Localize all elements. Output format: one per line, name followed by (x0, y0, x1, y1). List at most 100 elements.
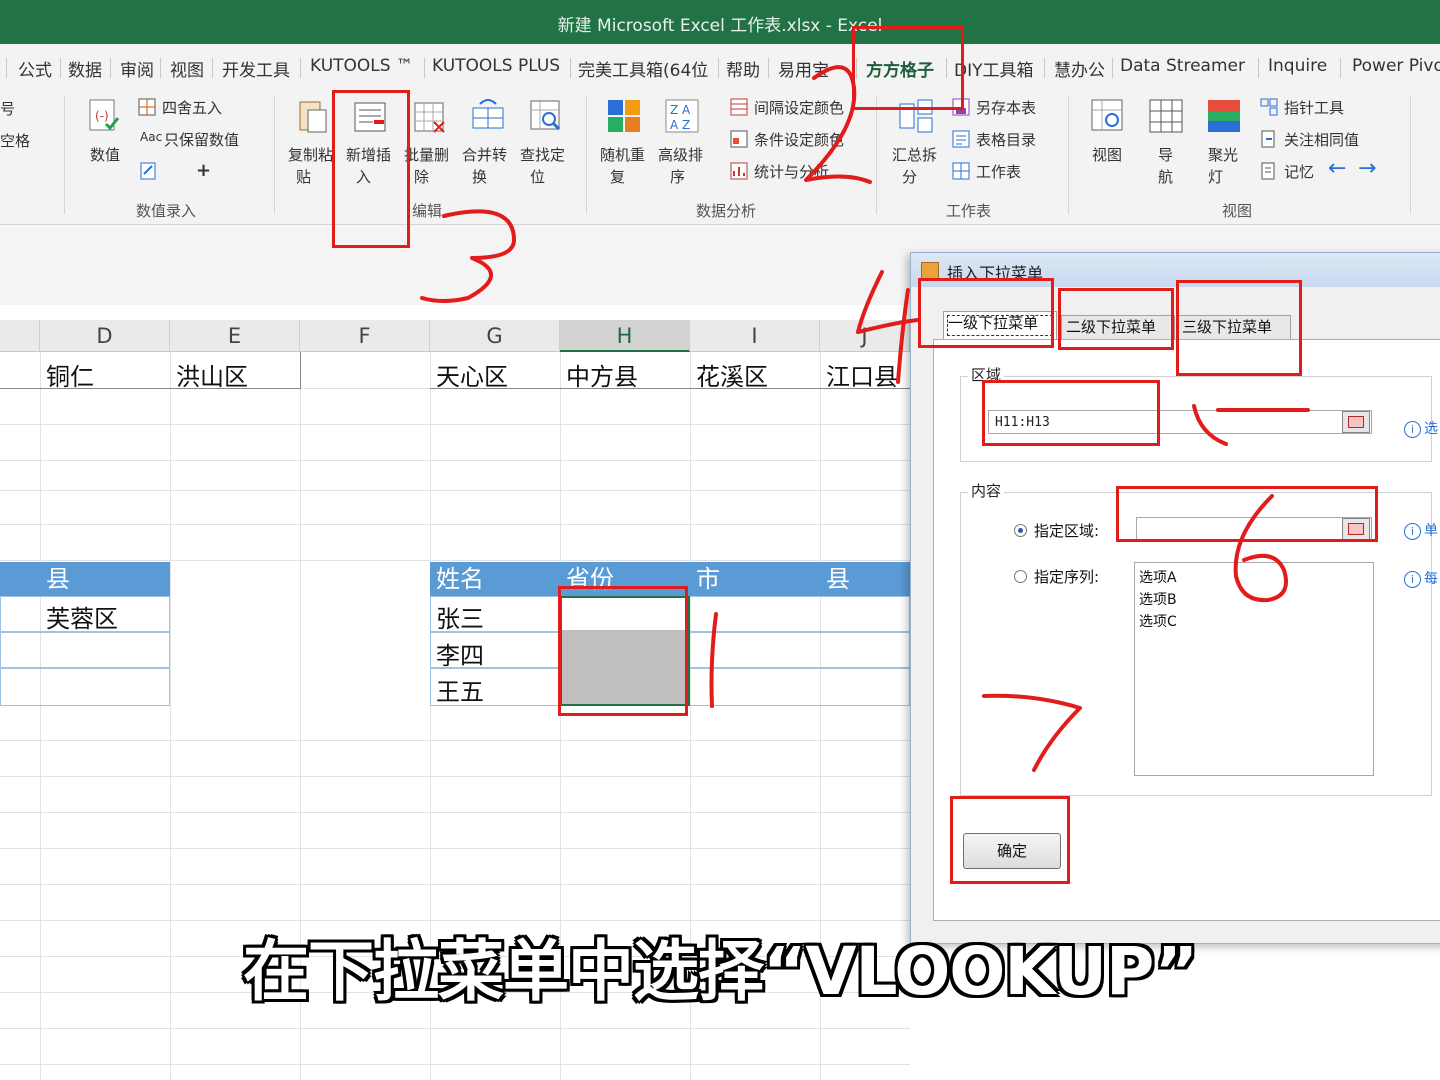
find-locate-button-line2[interactable]: 位 (530, 166, 545, 187)
column-header-g[interactable]: G (430, 320, 560, 352)
focus-same-value-button[interactable]: 关注相同值 (1284, 129, 1359, 150)
spotlight-button[interactable]: 聚光 (1208, 144, 1238, 165)
keep-values-button[interactable]: 只保留数值 (164, 129, 239, 150)
sort-icon[interactable]: Z AA Z (664, 98, 700, 134)
batch-delete-button[interactable]: 批量删 (404, 144, 449, 165)
left-table-header-county[interactable]: 县 (0, 562, 170, 596)
tab-diy-toolbox[interactable]: DIY工具箱 (954, 56, 1034, 81)
merge-button[interactable]: 合并转 (462, 144, 507, 165)
round-button[interactable]: 四舍五入 (162, 97, 222, 118)
right-table-header-city[interactable]: 市 (690, 562, 820, 596)
copy-paste-button-line2[interactable]: 贴 (296, 166, 311, 187)
navigation-icon[interactable] (1148, 98, 1184, 134)
cell-d1[interactable]: 铜仁 (46, 357, 94, 392)
batch-delete-icon[interactable] (412, 100, 448, 136)
ribbon-partial-label[interactable]: 空格 (0, 130, 30, 151)
spotlight-icon[interactable] (1206, 98, 1242, 134)
tab-view[interactable]: 视图 (170, 56, 204, 81)
conditional-color-button[interactable]: 条件设定颜色 (754, 129, 844, 150)
arrow-left-icon[interactable]: ← (1328, 156, 1346, 181)
pointer-tool-button[interactable]: 指针工具 (1284, 97, 1344, 118)
table-catalog-button[interactable]: 表格目录 (976, 129, 1036, 150)
advanced-sort-button[interactable]: 高级排 (658, 144, 703, 165)
random-repeat-button-line2[interactable]: 复 (610, 166, 625, 187)
advanced-sort-button-line2[interactable]: 序 (670, 166, 685, 187)
column-header-j[interactable]: J (820, 320, 910, 352)
right-table-name-zhangsan[interactable]: 张三 (436, 599, 484, 634)
random-repeat-icon[interactable] (606, 98, 642, 134)
column-header-h[interactable]: H (560, 320, 690, 352)
number-button[interactable]: 数值 (90, 144, 120, 165)
random-repeat-button[interactable]: 随机重 (600, 144, 645, 165)
group-label-number: 数值录入 (136, 202, 197, 220)
right-table-header-name[interactable]: 姓名 (430, 562, 560, 596)
cell-e1[interactable]: 洪山区 (176, 357, 248, 392)
merge-button-line2[interactable]: 换 (472, 166, 487, 187)
sequence-textarea[interactable]: 选项A 选项B 选项C (1134, 562, 1374, 776)
radio-specify-sequence[interactable] (1014, 570, 1027, 583)
radio-specify-range[interactable] (1014, 524, 1027, 537)
save-sheet-as-button[interactable]: 另存本表 (976, 97, 1036, 118)
column-header-i[interactable]: I (690, 320, 820, 352)
column-header-f[interactable]: F (300, 320, 430, 352)
ribbon-partial-label[interactable]: 号 (0, 98, 15, 119)
left-table-cell-furong[interactable]: 芙蓉区 (46, 599, 118, 634)
info-hint-sequence[interactable]: i每 (1404, 568, 1438, 588)
plus-icon[interactable]: + (196, 160, 211, 181)
tab-perfect-toolbox[interactable]: 完美工具箱(64位 (578, 56, 716, 81)
merge-icon[interactable] (470, 96, 506, 132)
column-header-d[interactable]: D (40, 320, 170, 352)
interval-color-button[interactable]: 间隔设定颜色 (754, 97, 844, 118)
tab-review[interactable]: 审阅 (120, 56, 154, 81)
spotlight-button-line2[interactable]: 灯 (1208, 166, 1223, 187)
navigation-button[interactable]: 导 (1158, 144, 1173, 165)
annotation-box-level2 (1058, 288, 1174, 350)
view-icon[interactable] (1090, 98, 1126, 134)
paste-icon[interactable] (294, 98, 330, 134)
cell-h1[interactable]: 中方县 (566, 357, 638, 392)
tab-separator (718, 58, 719, 78)
tab-easy[interactable]: 易用宝 (778, 56, 829, 81)
right-table-name-wangwu[interactable]: 王五 (436, 672, 484, 707)
tab-separator (110, 58, 111, 78)
tab-developer[interactable]: 开发工具 (222, 56, 290, 81)
tab-help[interactable]: 帮助 (726, 56, 760, 81)
annotation-box-level1 (918, 278, 1054, 348)
tab-inquire[interactable]: Inquire (1268, 56, 1327, 76)
right-table-header-county[interactable]: 县 (820, 562, 910, 596)
tab-kutools[interactable]: KUTOOLS ™ (310, 56, 413, 76)
find-icon[interactable] (528, 98, 564, 134)
tab-formulas[interactable]: 公式 (18, 56, 52, 81)
find-locate-button[interactable]: 查找定 (520, 144, 565, 165)
navigation-button-line2[interactable]: 航 (1158, 166, 1173, 187)
tab-power-pivot[interactable]: Power Pivo (1352, 56, 1440, 76)
view-button[interactable]: 视图 (1092, 144, 1122, 165)
edit-icon[interactable] (140, 162, 158, 180)
specify-range-label[interactable]: 指定区域: (1034, 520, 1099, 541)
info-hint-range[interactable]: i单 (1404, 520, 1438, 540)
tab-data-streamer[interactable]: Data Streamer (1120, 56, 1245, 76)
summary-split-button-line2[interactable]: 分 (902, 166, 917, 187)
specify-sequence-label[interactable]: 指定序列: (1034, 566, 1099, 587)
info-hint-area[interactable]: i选 (1404, 418, 1438, 438)
number-convert-icon[interactable]: (-) (86, 98, 122, 134)
memo-button[interactable]: 记忆 (1284, 161, 1314, 182)
grid-line (0, 460, 910, 461)
copy-paste-button[interactable]: 复制粘 (288, 144, 333, 165)
stats-analysis-button[interactable]: 统计与分析 (754, 161, 829, 182)
cell-g1[interactable]: 天心区 (436, 357, 508, 392)
tab-kutools-plus[interactable]: KUTOOLS PLUS (432, 56, 560, 76)
area-picker-button[interactable] (1342, 411, 1370, 433)
cell-j1[interactable]: 江口县 (826, 357, 898, 392)
column-header-e[interactable]: E (170, 320, 300, 352)
arrow-right-icon[interactable]: → (1358, 156, 1376, 181)
worksheet-button[interactable]: 工作表 (976, 161, 1021, 182)
column-header-partial[interactable] (0, 320, 40, 352)
tab-separator (60, 58, 61, 78)
cell-i1[interactable]: 花溪区 (696, 357, 768, 392)
right-table-name-lisi[interactable]: 李四 (436, 636, 484, 671)
tab-data[interactable]: 数据 (68, 56, 102, 81)
batch-delete-button-line2[interactable]: 除 (414, 166, 429, 187)
summary-split-button[interactable]: 汇总拆 (892, 144, 937, 165)
tab-huibangong[interactable]: 慧办公 (1054, 56, 1105, 81)
